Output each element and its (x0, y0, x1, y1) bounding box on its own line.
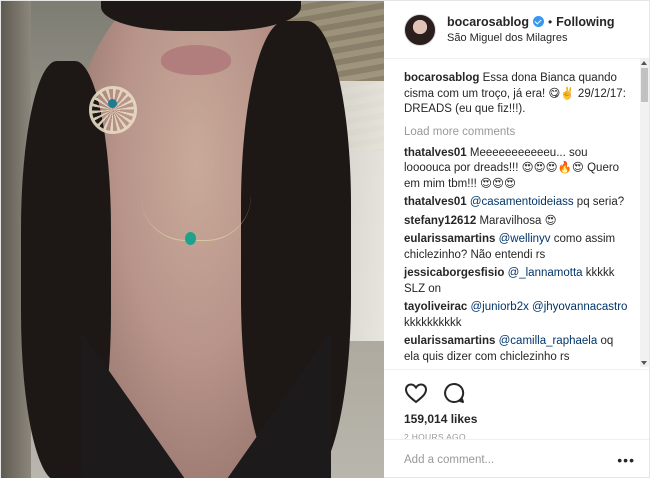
heart-icon[interactable] (404, 381, 428, 405)
comment-item: thatalves01 Meeeeeeeeeeeu... sou loooouc… (404, 146, 629, 193)
verified-badge-icon (532, 16, 544, 27)
comment-bubble-icon[interactable] (442, 381, 466, 405)
caption-username[interactable]: bocarosablog (404, 72, 479, 84)
comment-username[interactable]: eularissamartins (404, 335, 495, 347)
comment-username[interactable]: thatalves01 (404, 147, 467, 159)
caption: bocarosablog Essa dona Bianca quando cis… (404, 71, 629, 118)
comment-text: pq seria? (576, 196, 625, 208)
necklace-pendant (185, 232, 196, 245)
post-side-panel: bocarosablog • Following São Miguel dos … (384, 1, 649, 478)
comment-username[interactable]: tayoliveirac (404, 301, 467, 313)
avatar[interactable] (404, 13, 436, 46)
post-photo[interactable] (1, 1, 384, 478)
comments-scrollbar[interactable] (640, 59, 649, 367)
comment-username[interactable]: thatalves01 (404, 196, 467, 208)
following-button[interactable]: Following (556, 14, 614, 30)
post-header: bocarosablog • Following São Miguel dos … (384, 1, 649, 59)
comment-item: eularissamartins @camilla_raphaela oq el… (404, 334, 629, 365)
separator-dot: • (547, 14, 553, 29)
comment-item: stefany12612 Maravilhosa 😍 (404, 214, 629, 230)
add-comment-input[interactable] (404, 453, 618, 466)
likes-count[interactable]: 159,014 likes (404, 412, 629, 426)
comment-username[interactable]: jessicaborgesfisio (404, 267, 504, 279)
comment-item: jessicaborgesfisio @_lannamotta kkkkk SL… (404, 266, 629, 297)
instagram-post: bocarosablog • Following São Miguel dos … (0, 0, 650, 478)
comment-item: thatalves01 @casamentoideiass pq seria? (404, 195, 629, 211)
comment-username[interactable]: eularissamartins (404, 233, 495, 245)
comment-mention[interactable]: @_lannamotta (508, 267, 583, 279)
header-username[interactable]: bocarosablog (447, 14, 529, 30)
add-comment-bar: ••• (384, 439, 649, 478)
load-more-comments-link[interactable]: Load more comments (404, 126, 629, 138)
scrollbar-thumb[interactable] (641, 68, 648, 102)
dreamcatcher-earring (89, 86, 137, 134)
more-options-icon[interactable]: ••• (617, 452, 635, 468)
comments-list[interactable]: bocarosablog Essa dona Bianca quando cis… (384, 59, 649, 369)
comment-mention[interactable]: @wellinyv (499, 233, 551, 245)
comment-item: tayoliveirac @juniorb2x @jhyovannacastro… (404, 300, 629, 331)
comment-mention[interactable]: @juniorb2x @jhyovannacastro (471, 301, 628, 313)
location-link[interactable]: São Miguel dos Milagres (447, 30, 615, 46)
scroll-up-arrow-icon[interactable] (641, 61, 647, 65)
scroll-down-arrow-icon[interactable] (641, 361, 647, 365)
comment-username[interactable]: stefany12612 (404, 215, 476, 227)
comment-mention[interactable]: @camilla_raphaela (499, 335, 598, 347)
comment-text: kkkkkkkkkk (404, 316, 462, 329)
comment-mention[interactable]: @casamentoideiass (470, 196, 574, 208)
comment-text: Maravilhosa 😍 (479, 214, 557, 227)
comment-item: eularissamartins @wellinyv como assim ch… (404, 232, 629, 263)
